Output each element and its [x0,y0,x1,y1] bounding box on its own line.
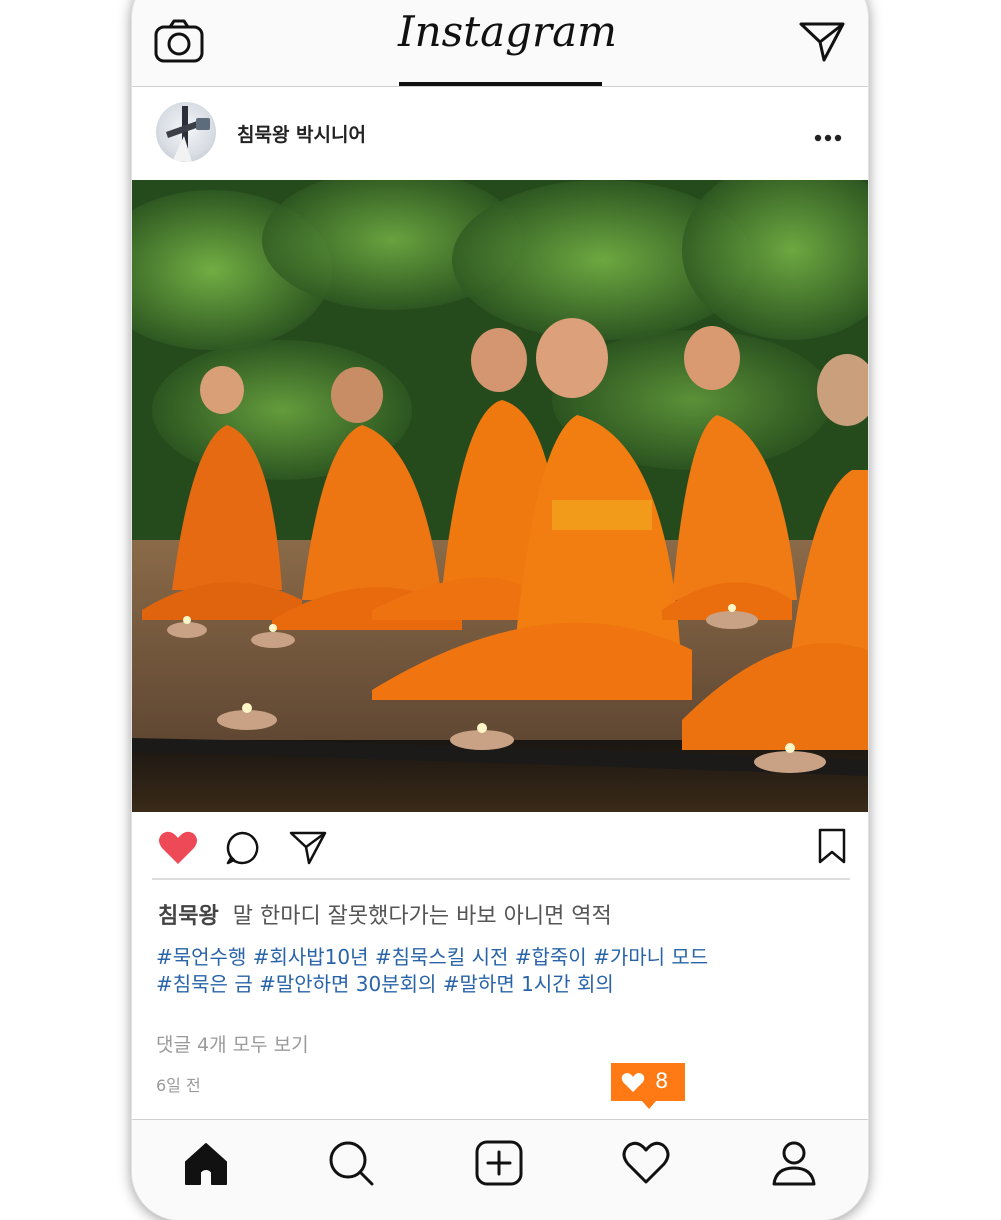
heart-icon[interactable] [158,830,198,866]
logo-underline [399,82,602,86]
avatar[interactable] [156,102,216,162]
post-timestamp: 6일 전 [156,1076,201,1095]
more-options-icon[interactable] [814,133,842,143]
bottom-nav [132,1119,868,1220]
profile-icon[interactable] [770,1140,818,1186]
share-icon[interactable] [289,830,327,866]
send-icon[interactable] [798,20,846,64]
view-all-comments-link[interactable]: 댓글 4개 모두 보기 [156,1030,309,1057]
badge-pointer [642,1101,656,1109]
instagram-logo: Instagram [398,7,617,56]
hashtags: #묵언수행 #회사밥10년 #침묵스킬 시전 #합죽이 #가마니 모드 #침묵은… [156,944,756,998]
top-bar: Instagram [132,0,868,87]
bookmark-icon[interactable] [818,828,846,864]
caption-username[interactable]: 침묵왕 [158,904,219,929]
comment-icon[interactable] [224,830,260,866]
activity-heart-icon[interactable] [622,1140,670,1186]
hashtags-line-1[interactable]: #묵언수행 #회사밥10년 #침묵스킬 시전 #합죽이 #가마니 모드 [156,944,756,971]
avatar-image [166,106,210,162]
post-caption: 침묵왕 말 한마디 잘못했다가는 바보 아니면 역적 [158,898,612,930]
camera-icon[interactable] [154,18,204,64]
like-count: 8 [655,1069,669,1093]
hashtags-line-2[interactable]: #침묵은 금 #말안하면 30분회의 #말하면 1시간 회의 [156,971,756,998]
phone-frame: Instagram 침묵왕 박시니어 침묵왕 말 한마디 잘못했다가는 바보 아… [132,0,868,1220]
meditating-monks-image [132,180,868,812]
post-username[interactable]: 침묵왕 박시니어 [237,120,366,147]
home-icon[interactable] [182,1140,230,1186]
post-actions [132,812,868,878]
like-notification-badge[interactable]: 8 [611,1063,685,1109]
actions-divider [152,878,850,880]
add-post-icon[interactable] [475,1140,523,1186]
search-icon[interactable] [328,1140,376,1186]
heart-icon [621,1073,645,1092]
caption-text: 말 한마디 잘못했다가는 바보 아니면 역적 [232,904,612,929]
post-photo[interactable] [132,180,868,812]
post-header: 침묵왕 박시니어 [132,87,868,180]
